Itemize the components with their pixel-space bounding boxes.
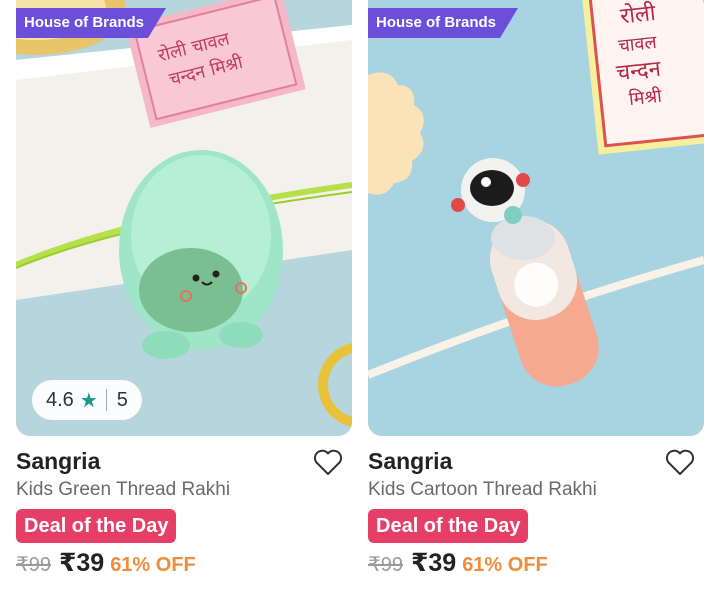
rating-value: 4.6 [46, 388, 74, 411]
product-card[interactable]: रोली चावल चन्दन मिश्री House of Brands S… [368, 0, 704, 601]
svg-text:रोली: रोली [619, 0, 657, 29]
product-card[interactable]: रोली चावल चन्दन मिश्री House of Brands 4… [16, 0, 352, 601]
discount-label: 61% OFF [110, 554, 196, 576]
price-row: ₹99 ₹39 61% OFF [368, 548, 548, 578]
house-of-brands-badge: House of Brands [368, 8, 519, 38]
price-row: ₹99 ₹39 61% OFF [16, 548, 196, 578]
product-image[interactable]: रोली चावल चन्दन मिश्री House of Brands 4… [16, 0, 352, 436]
deal-of-the-day-badge: Deal of the Day [368, 509, 529, 543]
mrp-price: ₹99 [368, 554, 403, 576]
heart-outline-icon[interactable] [312, 446, 344, 478]
selling-price: ₹39 [58, 549, 105, 577]
heart-outline-icon[interactable] [664, 446, 696, 478]
green-rakhi-photo: रोली चावल चन्दन मिश्री [16, 0, 352, 436]
selling-price: ₹39 [410, 549, 457, 577]
rating-divider [105, 389, 107, 411]
house-of-brands-badge: House of Brands [16, 8, 167, 38]
product-name: Kids Green Thread Rakhi [16, 479, 231, 500]
product-name: Kids Cartoon Thread Rakhi [368, 479, 597, 500]
discount-label: 61% OFF [462, 554, 548, 576]
brand-name: Sangria [368, 448, 453, 474]
rating-pill: 4.6 ★ 5 [32, 380, 142, 420]
mrp-price: ₹99 [16, 554, 51, 576]
svg-text:चन्दन: चन्दन [615, 57, 663, 87]
rating-count: 5 [116, 388, 128, 411]
brand-name: Sangria [16, 448, 101, 474]
svg-text:मिश्री: मिश्री [628, 85, 663, 110]
svg-text:चावल: चावल [617, 32, 658, 57]
star-icon: ★ [79, 389, 98, 412]
deal-of-the-day-badge: Deal of the Day [16, 509, 177, 543]
product-image[interactable]: रोली चावल चन्दन मिश्री House of Brands [368, 0, 704, 436]
astronaut-rakhi-photo: रोली चावल चन्दन मिश्री [368, 0, 704, 436]
